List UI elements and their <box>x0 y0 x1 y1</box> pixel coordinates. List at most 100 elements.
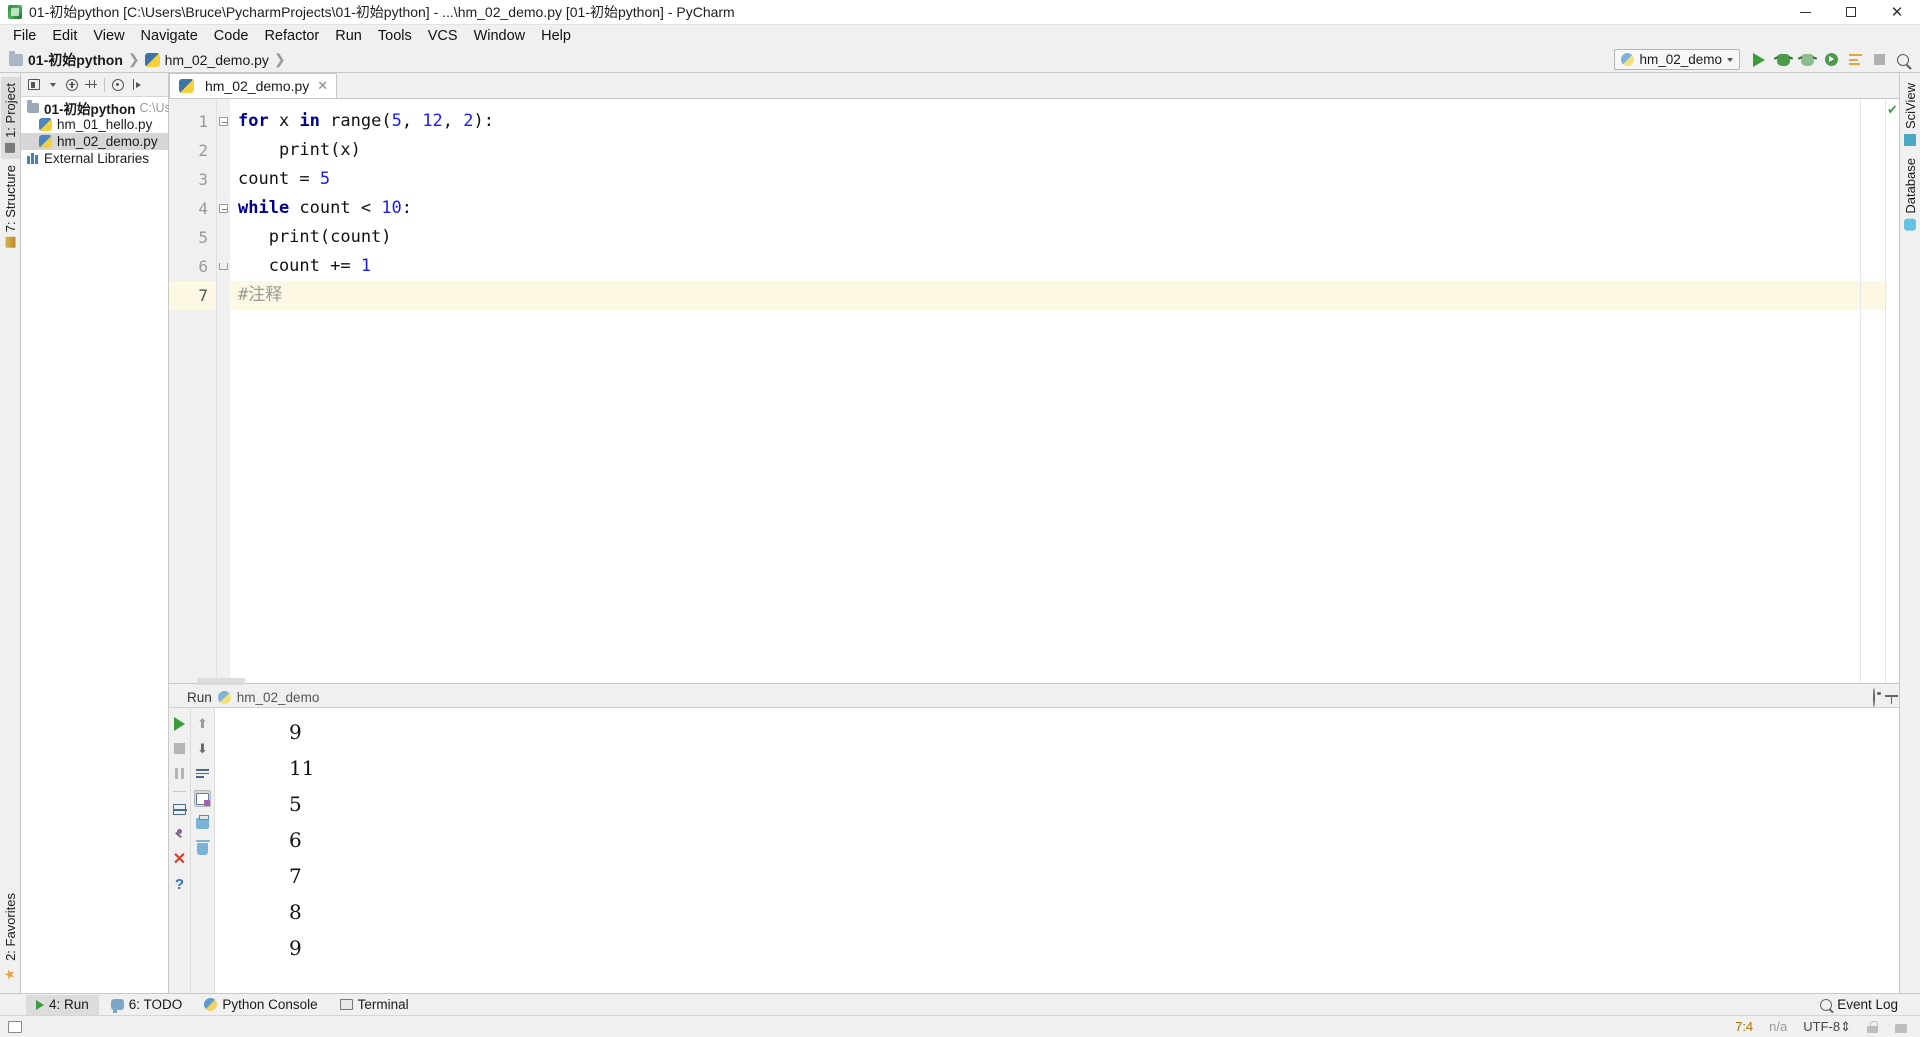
menu-edit[interactable]: Edit <box>44 26 85 46</box>
pin-tab-button[interactable] <box>171 826 188 843</box>
maximize-button[interactable] <box>1828 0 1874 25</box>
rerun-button[interactable] <box>171 715 188 732</box>
menu-view[interactable]: View <box>85 26 132 46</box>
up-stacktrace-button[interactable]: ⬆ <box>194 715 211 732</box>
line-number-current: 7 <box>169 281 216 310</box>
stop-button[interactable] <box>171 740 188 757</box>
bug-coverage-icon <box>1801 54 1814 66</box>
toolbar-dropdown[interactable] <box>45 77 61 93</box>
screen-icon[interactable] <box>8 1021 22 1033</box>
sidebar-item-structure[interactable]: 7: Structure <box>1 159 20 253</box>
tree-item-label: External Libraries <box>44 151 149 166</box>
line-number: 5 <box>169 223 216 252</box>
run-settings-button[interactable] <box>1873 689 1875 706</box>
error-stripe-markers[interactable]: ✔ <box>1885 99 1899 683</box>
run-panel-config-name: hm_02_demo <box>237 690 320 705</box>
scroll-to-end-button[interactable] <box>194 790 211 807</box>
soft-wrap-button[interactable] <box>194 765 211 782</box>
sidebar-item-project[interactable]: 1: Project <box>1 77 20 159</box>
tree-item-label: hm_02_demo.py <box>57 134 158 149</box>
console-button[interactable] <box>171 801 188 818</box>
fold-marker-line3 <box>217 165 230 194</box>
event-log-button[interactable]: Event Log <box>1810 995 1908 1015</box>
run-panel-splitter[interactable] <box>169 683 1899 687</box>
close-tab-icon[interactable]: ✕ <box>317 78 328 94</box>
output-line: 8 <box>289 894 1899 930</box>
collapse-all-button[interactable] <box>64 77 80 93</box>
code-surface[interactable]: for x in range(5, 12, 2): print(x) count… <box>230 99 1885 683</box>
caret-position[interactable]: 7:4 <box>1735 1019 1753 1034</box>
breadcrumb-project[interactable]: 01-初始python <box>6 49 126 71</box>
menu-vcs[interactable]: VCS <box>420 26 466 46</box>
tree-item-project-root[interactable]: 01-初始python C:\Use <box>21 99 168 116</box>
pause-button[interactable] <box>171 765 188 782</box>
debug-button[interactable] <box>1772 49 1794 70</box>
star-icon: ★ <box>3 967 18 980</box>
settings-button[interactable] <box>110 77 126 93</box>
coverage-button[interactable] <box>1820 49 1842 70</box>
bottom-tool-tabs: 4: Run 6: TODO Python Console Terminal E… <box>0 993 1920 1015</box>
help-button[interactable]: ? <box>171 876 188 893</box>
run-configuration-selector[interactable]: hm_02_demo <box>1614 49 1740 70</box>
down-stacktrace-button[interactable]: ⬇ <box>194 740 211 757</box>
editor-area: 1 2 3 4 5 6 7 <box>169 99 1899 683</box>
tree-item-hm-01-hello[interactable]: hm_01_hello.py <box>21 116 168 133</box>
search-icon <box>1897 54 1909 66</box>
profile-button[interactable] <box>1844 49 1866 70</box>
stop-button[interactable] <box>1868 49 1890 70</box>
close-button[interactable]: ✕ <box>1874 0 1920 25</box>
menu-window[interactable]: Window <box>466 26 534 46</box>
menu-help[interactable]: Help <box>533 26 579 46</box>
breadcrumb-file[interactable]: hm_02_demo.py <box>142 49 272 71</box>
run-console-output[interactable]: 9 11 5 6 7 8 9 <box>215 708 1899 993</box>
editor-tab-label: hm_02_demo.py <box>205 78 309 94</box>
code-line-6: count += 1 <box>230 252 1885 281</box>
tree-item-external-libraries[interactable]: External Libraries <box>21 150 168 167</box>
line-number: 2 <box>169 136 216 165</box>
tab-terminal[interactable]: Terminal <box>330 995 419 1015</box>
sidebar-item-sciview[interactable]: SciView <box>1901 77 1920 152</box>
close-button[interactable]: ✕ <box>171 851 188 868</box>
line-number: 3 <box>169 165 216 194</box>
file-encoding[interactable]: UTF-8⇕ <box>1803 1019 1851 1035</box>
clear-all-button[interactable] <box>194 840 211 857</box>
menu-code[interactable]: Code <box>206 26 257 46</box>
close-icon: ✕ <box>1891 5 1904 20</box>
menu-run[interactable]: Run <box>327 26 370 46</box>
hide-panel-button[interactable] <box>129 77 145 93</box>
project-icon <box>5 143 15 153</box>
play-icon <box>174 717 185 731</box>
sidebar-item-database[interactable]: Database <box>1901 152 1920 237</box>
sidebar-item-favorites[interactable]: ★ 2: Favorites <box>1 887 20 987</box>
fold-marker-line6[interactable] <box>217 252 230 281</box>
select-opened-file-button[interactable] <box>26 77 42 93</box>
tree-item-hm-02-demo[interactable]: hm_02_demo.py <box>21 133 168 150</box>
search-everywhere-button[interactable] <box>1892 49 1914 70</box>
run-button[interactable] <box>1748 49 1770 70</box>
menu-navigate[interactable]: Navigate <box>133 26 206 46</box>
bottom-tabs-right: Event Log <box>1810 995 1920 1015</box>
todo-icon <box>111 999 124 1010</box>
menu-file[interactable]: File <box>5 26 44 46</box>
status-bar-right: 7:4 n/a UTF-8⇕ <box>1735 1019 1920 1035</box>
tab-todo[interactable]: 6: TODO <box>101 995 193 1015</box>
minimize-button[interactable] <box>1782 0 1828 25</box>
menu-tools[interactable]: Tools <box>370 26 420 46</box>
fold-marker-line4[interactable] <box>217 194 230 223</box>
editor-tab-hm-02-demo[interactable]: hm_02_demo.py ✕ <box>169 73 337 98</box>
fold-marker-line1[interactable] <box>217 107 230 136</box>
output-line: 9 <box>289 930 1899 966</box>
line-separator[interactable]: n/a <box>1769 1019 1787 1034</box>
menu-refactor[interactable]: Refactor <box>256 26 327 46</box>
run-coverage-button[interactable] <box>1796 49 1818 70</box>
run-tool-window: Run hm_02_demo <box>169 683 1899 993</box>
hide-button[interactable] <box>83 77 99 93</box>
print-button[interactable] <box>194 815 211 832</box>
arrow-down-icon: ⬇ <box>197 742 208 755</box>
inspection-face-icon[interactable] <box>1894 1021 1908 1033</box>
output-line: 7 <box>289 858 1899 894</box>
tab-run[interactable]: 4: Run <box>26 995 99 1015</box>
tab-python-console[interactable]: Python Console <box>194 995 327 1015</box>
lock-icon[interactable] <box>1867 1021 1878 1033</box>
right-tool-strip: SciView Database <box>1899 73 1920 993</box>
